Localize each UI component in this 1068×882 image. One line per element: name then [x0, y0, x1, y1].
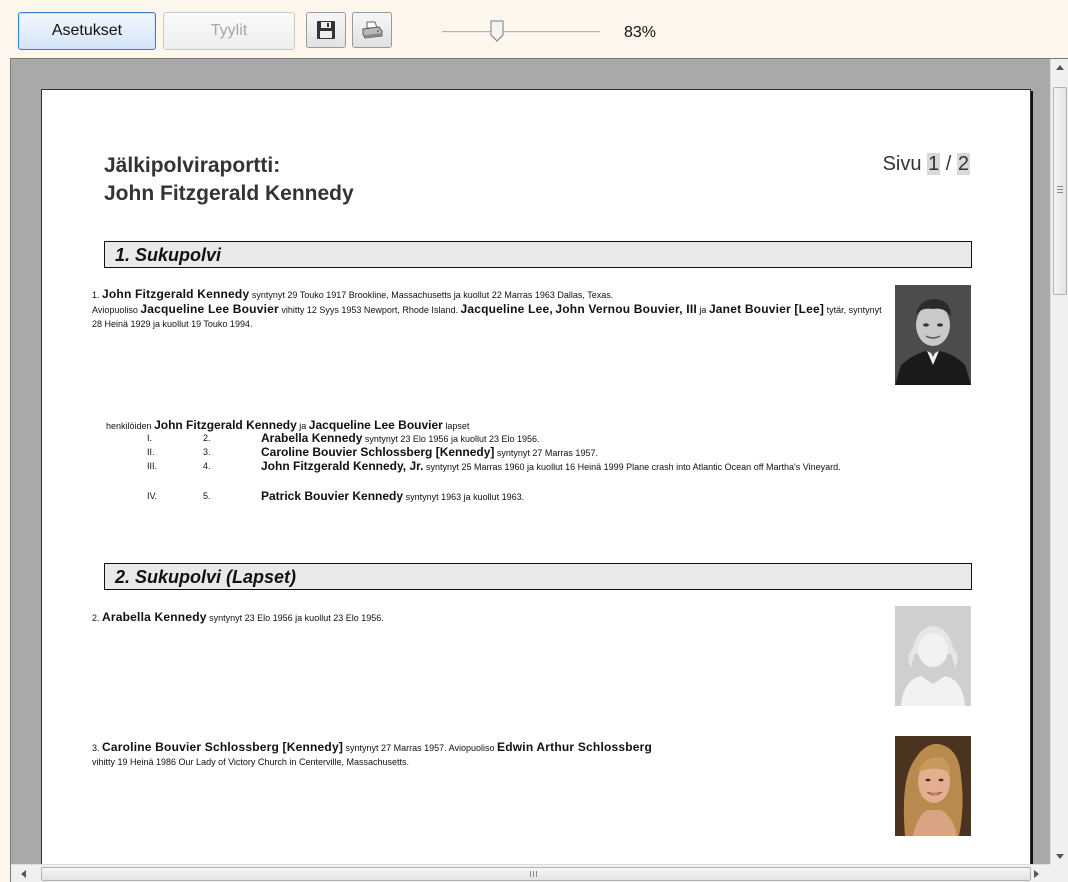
person-photo [895, 736, 971, 836]
spouse-name: Jacqueline Lee Bouvier [140, 302, 279, 316]
scroll-right-arrow-icon[interactable] [1034, 870, 1039, 878]
scroll-down-arrow-icon[interactable] [1056, 854, 1064, 859]
page-separator: / [945, 153, 952, 175]
zoom-slider[interactable] [442, 20, 600, 42]
scroll-up-arrow-icon[interactable] [1056, 65, 1064, 70]
page-prefix: Sivu [882, 153, 922, 175]
report-title-line2: John Fitzgerald Kennedy [104, 182, 354, 205]
person-entry: 3. Caroline Bouvier Schlossberg [Kennedy… [92, 740, 653, 767]
scrollbar-corner [1050, 864, 1068, 882]
save-button[interactable] [306, 12, 346, 48]
grip-icon [1057, 186, 1063, 187]
styles-button[interactable]: Tyylit [163, 12, 295, 50]
child-row: III. 4. John Fitzgerald Kennedy, Jr. syn… [147, 459, 841, 473]
page-current: 1 [927, 153, 941, 175]
document-viewer[interactable]: Jälkipolviraportti: John Fitzgerald Kenn… [10, 58, 1068, 882]
child-name: Arabella Kennedy [261, 431, 363, 445]
person-name: Arabella Kennedy [102, 610, 207, 624]
printer-icon [362, 21, 383, 39]
zoom-slider-track [442, 31, 600, 33]
page-indicator: Sivu 1 / 2 [883, 153, 970, 176]
vertical-scrollbar-thumb[interactable] [1053, 87, 1067, 295]
vertical-scrollbar[interactable] [1050, 59, 1068, 865]
zoom-slider-thumb[interactable] [489, 20, 505, 42]
floppy-disk-icon [317, 21, 335, 39]
horizontal-scrollbar-thumb[interactable] [41, 867, 1031, 881]
child-row: II. 3. Caroline Bouvier Schlossberg [Ken… [147, 445, 598, 459]
section-heading: 2. Sukupolvi (Lapset) [104, 563, 972, 590]
children-intro: henkilöiden John Fitzgerald Kennedy ja J… [106, 418, 470, 432]
report-page: Jälkipolviraportti: John Fitzgerald Kenn… [41, 89, 1031, 869]
child-row: I. 2. Arabella Kennedy syntynyt 23 Elo 1… [147, 431, 540, 445]
spouse-name: Edwin Arthur Schlossberg [497, 740, 653, 754]
person-photo [895, 285, 971, 385]
placeholder-avatar [895, 606, 971, 706]
child-name: Caroline Bouvier Schlossberg [Kennedy] [261, 445, 495, 459]
person-name: Caroline Bouvier Schlossberg [Kennedy] [102, 740, 344, 754]
person-entry: 2. Arabella Kennedy syntynyt 23 Elo 1956… [92, 610, 384, 624]
print-button[interactable] [352, 12, 392, 48]
person-name: John Fitzgerald Kennedy [102, 287, 250, 301]
settings-button[interactable]: Asetukset [18, 12, 156, 50]
child-row: IV. 5. Patrick Bouvier Kennedy syntynyt … [147, 489, 525, 503]
section-heading: 1. Sukupolvi [104, 241, 972, 268]
child-name: John Fitzgerald Kennedy, Jr. [261, 459, 424, 473]
zoom-percentage: 83% [624, 24, 657, 41]
report-title: Jälkipolviraportti: John Fitzgerald Kenn… [104, 152, 354, 208]
person-entry: 1. John Fitzgerald Kennedy syntynyt 29 T… [92, 287, 882, 329]
toolbar: Asetukset Tyylit 83% [0, 0, 1068, 58]
grip-icon [530, 871, 531, 877]
child-name: Patrick Bouvier Kennedy [261, 489, 404, 503]
page-total: 2 [956, 153, 970, 175]
report-title-line1: Jälkipolviraportti: [104, 154, 281, 177]
horizontal-scrollbar[interactable] [11, 864, 1051, 882]
report-viewer-app: Asetukset Tyylit 83% Jälkipolviraportti:… [0, 0, 1068, 882]
scroll-left-arrow-icon[interactable] [21, 870, 26, 878]
